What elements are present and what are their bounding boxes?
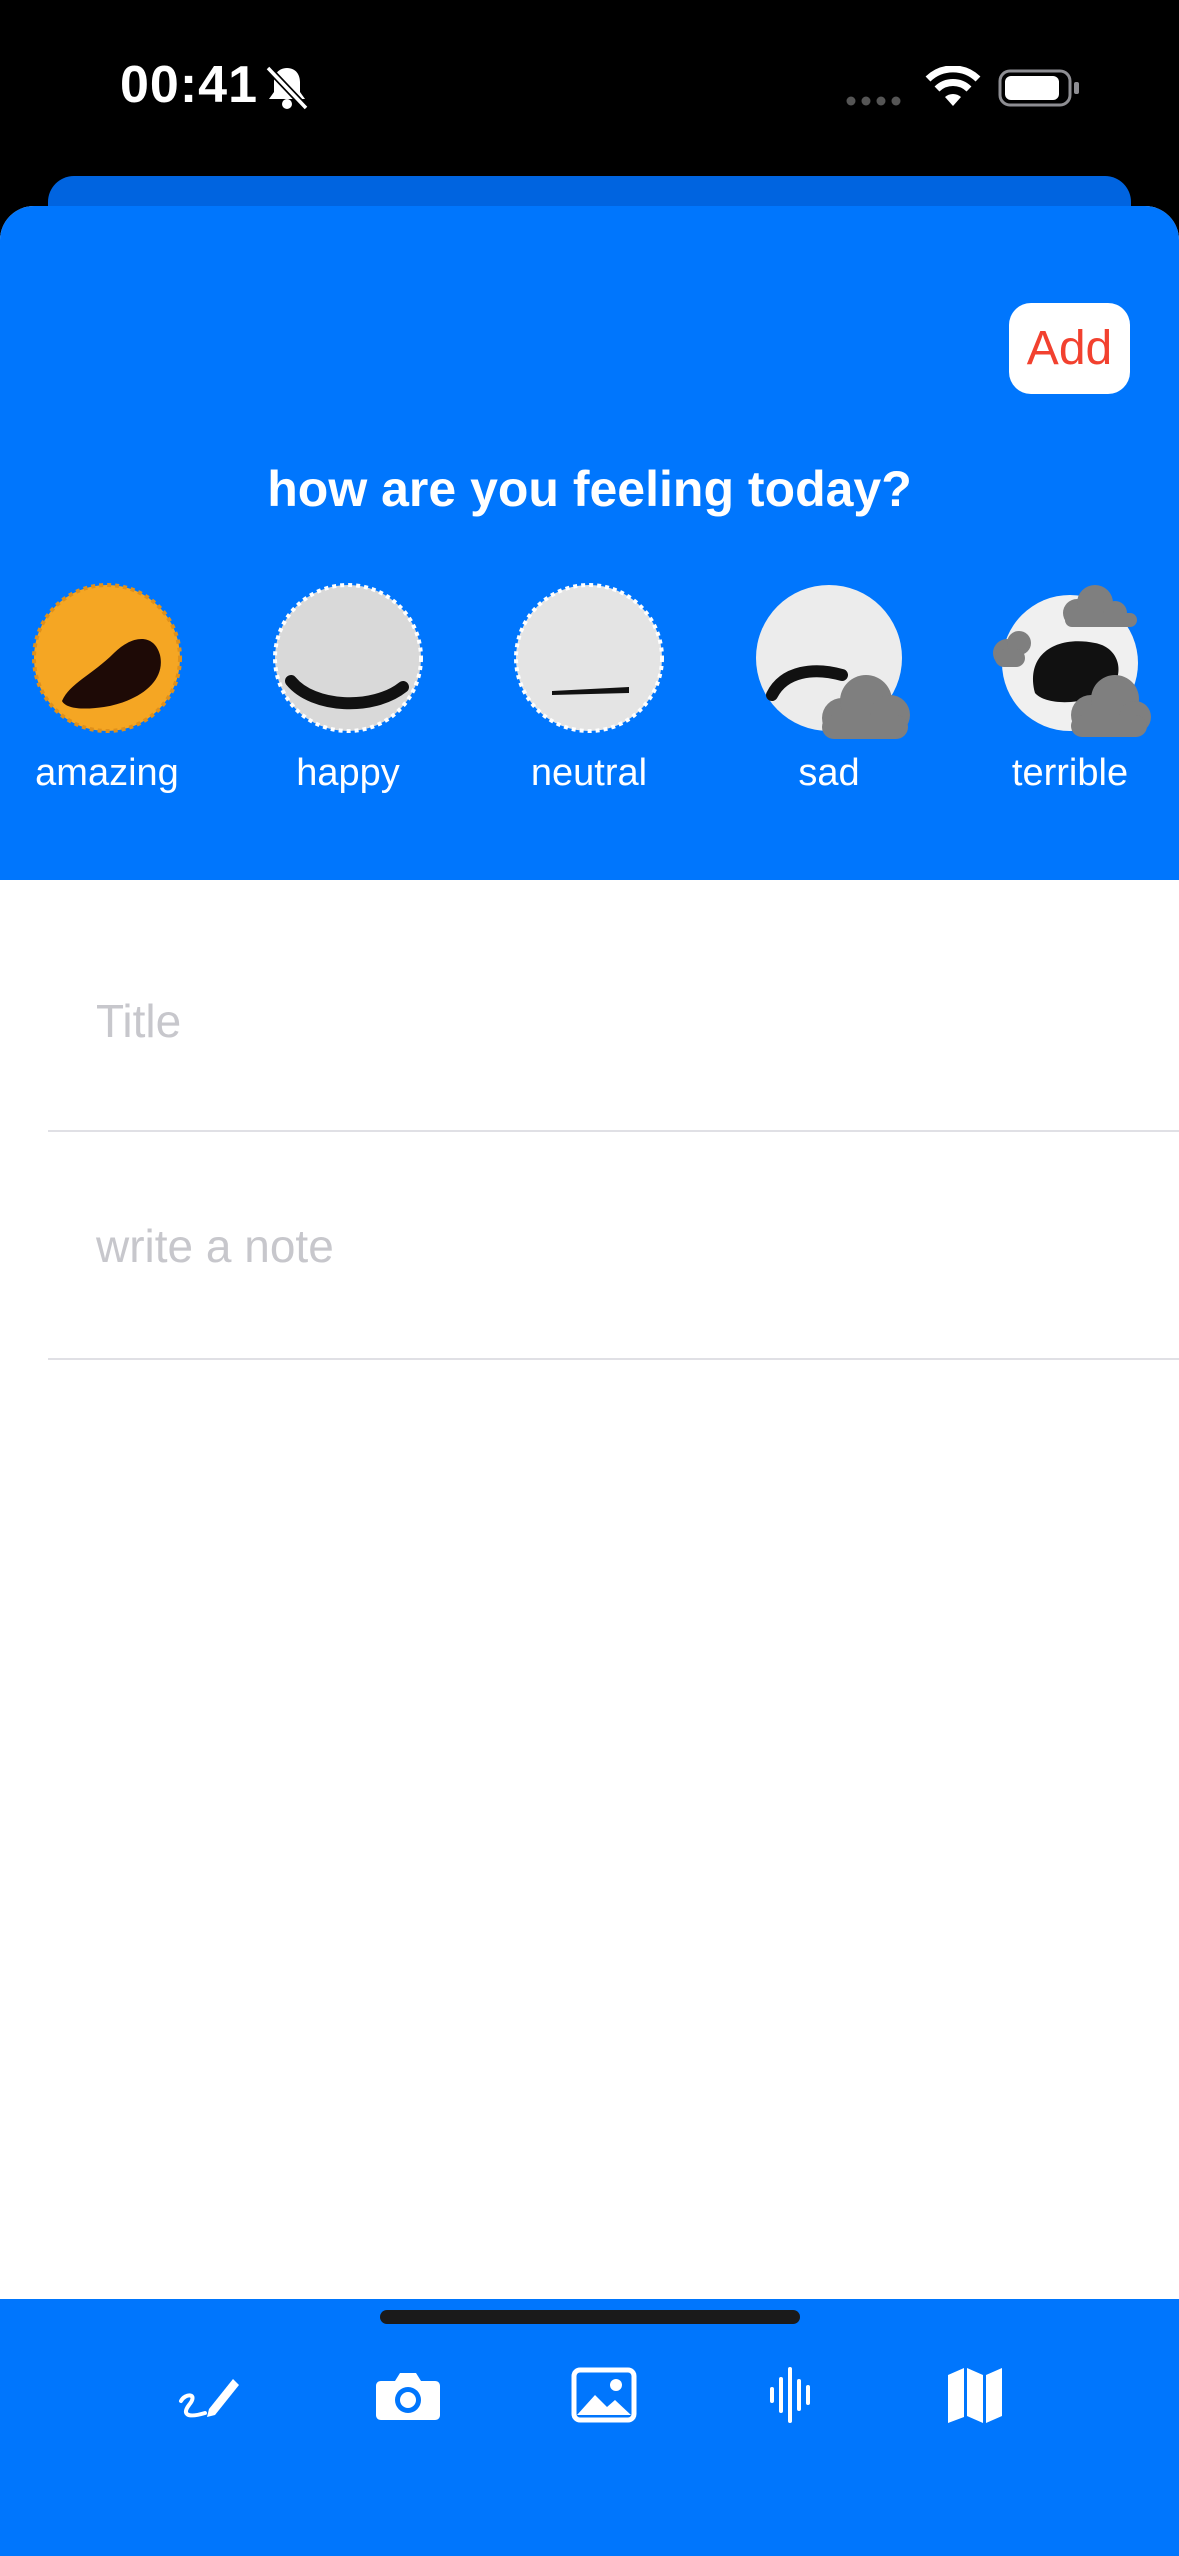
- mood-label: amazing: [35, 752, 179, 794]
- map-icon: [948, 2368, 1002, 2423]
- mood-label: neutral: [530, 752, 648, 794]
- status-bar: 00:41: [0, 0, 1179, 175]
- mood-happy[interactable]: happy: [248, 583, 448, 794]
- mood-label: terrible: [1011, 752, 1129, 794]
- waveform-icon: [770, 2367, 810, 2423]
- battery-icon: [998, 69, 1079, 107]
- mood-amazing[interactable]: amazing: [7, 583, 207, 794]
- mood-terrible[interactable]: terrible: [970, 583, 1170, 794]
- new-entry-sheet: Add how are you feeling today? amazing h…: [0, 206, 1179, 2556]
- handwriting-icon: [179, 2379, 239, 2418]
- mood-neutral[interactable]: neutral: [489, 583, 689, 794]
- mood-label: sad: [798, 752, 860, 794]
- title-input[interactable]: Title: [96, 966, 1096, 1076]
- map-button[interactable]: [930, 2355, 1020, 2435]
- add-button[interactable]: Add: [1009, 303, 1130, 394]
- attachment-toolbar: [0, 2299, 1179, 2556]
- neutral-face-icon: [514, 583, 664, 733]
- mood-label: happy: [296, 752, 400, 794]
- mood-sad[interactable]: sad: [729, 583, 929, 794]
- divider: [48, 1130, 1179, 1132]
- note-input[interactable]: write a note: [96, 1191, 1096, 1301]
- photo-icon: [571, 2367, 637, 2423]
- mood-question: how are you feeling today?: [267, 461, 912, 517]
- status-time: 00:41: [120, 56, 258, 114]
- audio-button[interactable]: [747, 2355, 837, 2435]
- home-indicator: [380, 2310, 800, 2324]
- photo-library-button[interactable]: [559, 2355, 649, 2435]
- sun-face-icon: [32, 583, 182, 733]
- cellular-signal-icon: [846, 96, 901, 106]
- camera-button[interactable]: [363, 2355, 453, 2435]
- camera-icon: [376, 2373, 440, 2420]
- divider: [48, 1358, 1179, 1360]
- wifi-icon: [925, 66, 981, 106]
- sad-face-cloud-icon: [756, 585, 910, 739]
- terrible-face-storm-icon: [993, 585, 1151, 737]
- happy-face-icon: [273, 583, 423, 733]
- handwriting-button[interactable]: [165, 2355, 255, 2435]
- mood-header: Add how are you feeling today? amazing h…: [0, 206, 1179, 880]
- bell-slash-icon: [265, 65, 309, 111]
